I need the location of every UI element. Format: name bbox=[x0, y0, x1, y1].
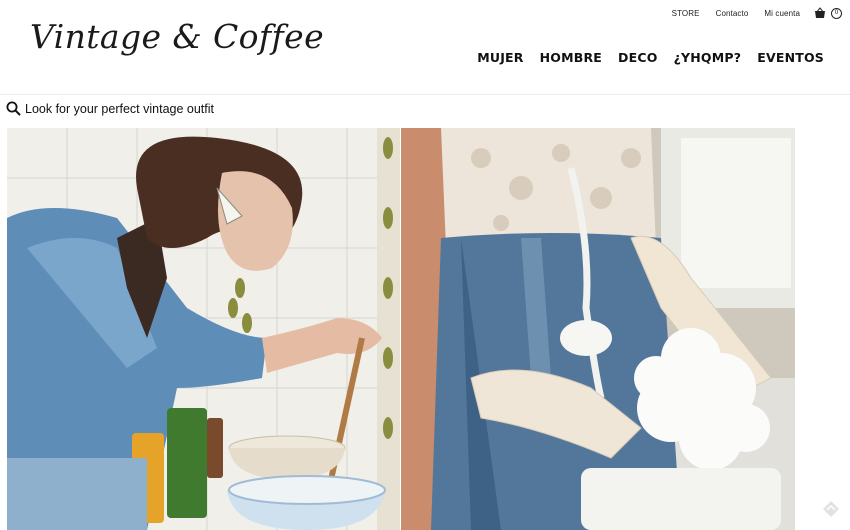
nav-item-eventos[interactable]: EVENTOS bbox=[757, 50, 824, 65]
main-nav: MUJER HOMBRE DECO ¿YHQMP? EVENTOS bbox=[477, 50, 824, 65]
nav-item-yhqmp[interactable]: ¿YHQMP? bbox=[674, 50, 742, 65]
nav-item-hombre[interactable]: HOMBRE bbox=[540, 50, 602, 65]
shopping-basket-icon[interactable] bbox=[814, 7, 826, 19]
header-divider bbox=[0, 94, 850, 95]
dishwashing-photo-illustration bbox=[400, 128, 795, 530]
hero-image-dishes[interactable] bbox=[400, 128, 795, 530]
nav-item-deco[interactable]: DECO bbox=[618, 50, 658, 65]
nav-item-mujer[interactable]: MUJER bbox=[477, 50, 523, 65]
scroll-to-top-icon[interactable] bbox=[822, 500, 840, 518]
store-link[interactable]: STORE bbox=[672, 9, 700, 18]
account-link[interactable]: Mi cuenta bbox=[764, 9, 800, 18]
utility-bar: STORE Contacto Mi cuenta 0 bbox=[672, 7, 842, 19]
search-icon[interactable] bbox=[6, 101, 21, 116]
search-prompt[interactable]: Look for your perfect vintage outfit bbox=[25, 102, 214, 116]
hero-banner[interactable] bbox=[7, 128, 795, 530]
hero-image-kitchen[interactable] bbox=[7, 128, 400, 530]
search-bar[interactable]: Look for your perfect vintage outfit bbox=[6, 101, 214, 116]
cart-count-badge[interactable]: 0 bbox=[831, 7, 842, 19]
kitchen-photo-illustration bbox=[7, 128, 400, 530]
contact-link[interactable]: Contacto bbox=[716, 9, 749, 18]
brand-logo[interactable]: Vintage & Coffee bbox=[30, 17, 324, 56]
